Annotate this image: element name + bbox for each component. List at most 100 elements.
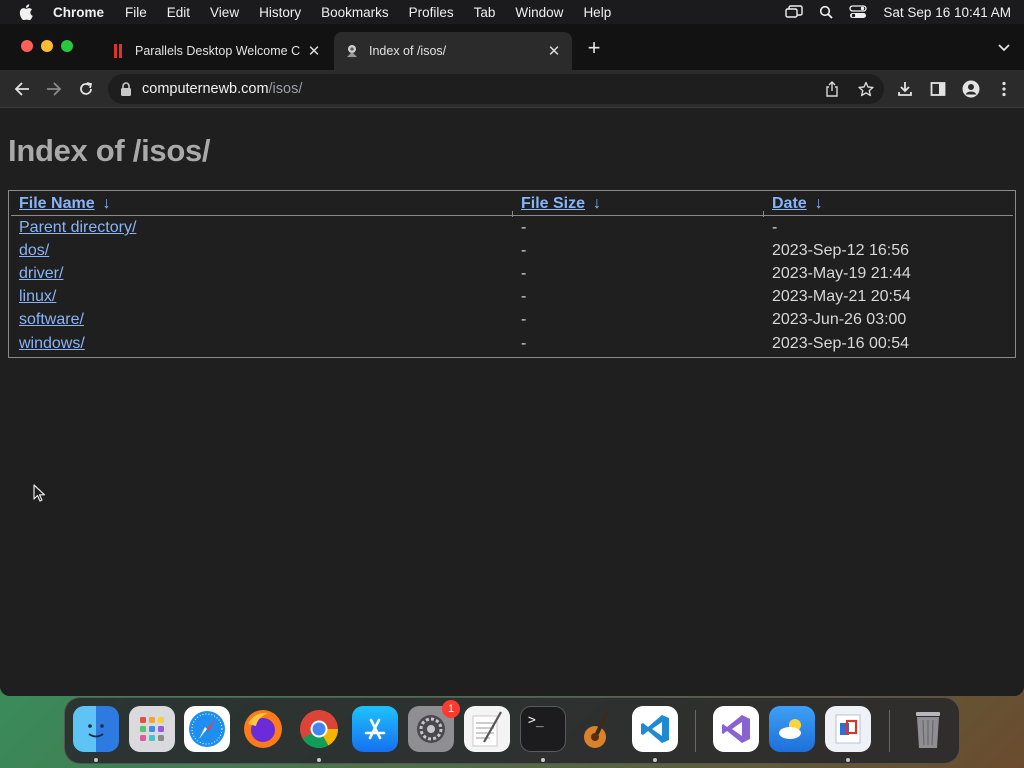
firefox-icon[interactable] bbox=[240, 706, 286, 752]
apple-logo-icon[interactable] bbox=[19, 4, 33, 20]
terminal-icon[interactable]: >_ bbox=[520, 706, 566, 752]
garageband-icon[interactable] bbox=[576, 706, 622, 752]
date-cell: 2023-Sep-12 16:56 bbox=[772, 242, 909, 259]
parallels-favicon-icon bbox=[110, 43, 126, 59]
file-listing-table: File Name ↓ File Size ↓ Date ↓ Parent direc… bbox=[8, 190, 1016, 358]
date-cell: 2023-May-19 21:44 bbox=[772, 265, 911, 282]
close-tab-icon[interactable]: ✕ bbox=[306, 43, 322, 60]
chrome-window: Parallels Desktop Welcome Ce ✕ Index of … bbox=[0, 24, 1024, 696]
browser-toolbar: computernewb.com/isos/ bbox=[0, 70, 1024, 108]
bookmark-star-icon[interactable] bbox=[856, 79, 876, 99]
sort-arrow-icon: ↓ bbox=[102, 195, 111, 212]
spotlight-search-icon[interactable] bbox=[817, 5, 835, 19]
table-row: driver/ - 2023-May-19 21:44 bbox=[9, 265, 1017, 288]
page-heading: Index of /isos/ bbox=[8, 133, 211, 168]
folder-link-dos[interactable]: dos/ bbox=[19, 242, 49, 260]
weather-icon[interactable] bbox=[769, 706, 815, 752]
menu-bookmarks[interactable]: Bookmarks bbox=[321, 5, 389, 20]
trash-icon[interactable] bbox=[905, 706, 951, 752]
lock-icon[interactable] bbox=[120, 82, 132, 96]
sort-by-date[interactable]: Date ↓ bbox=[772, 195, 823, 213]
tab-parallels-welcome[interactable]: Parallels Desktop Welcome Ce ✕ bbox=[100, 32, 332, 70]
folder-link-windows[interactable]: windows/ bbox=[19, 335, 85, 353]
menu-profiles[interactable]: Profiles bbox=[409, 5, 454, 20]
launchpad-icon[interactable] bbox=[129, 706, 175, 752]
file-size-cell: - bbox=[521, 288, 527, 305]
table-row: linux/ - 2023-May-21 20:54 bbox=[9, 288, 1017, 311]
menu-tab[interactable]: Tab bbox=[474, 5, 496, 20]
menu-window[interactable]: Window bbox=[515, 5, 563, 20]
macos-menu-bar: Chrome File Edit View History Bookmarks … bbox=[0, 0, 1024, 24]
tab-strip: Parallels Desktop Welcome Ce ✕ Index of … bbox=[0, 24, 1024, 70]
menu-view[interactable]: View bbox=[210, 5, 239, 20]
menu-history[interactable]: History bbox=[259, 5, 301, 20]
address-bar[interactable]: computernewb.com/isos/ bbox=[108, 74, 884, 104]
column-divider bbox=[512, 211, 513, 217]
sort-arrow-icon: ↓ bbox=[593, 195, 602, 212]
reload-icon[interactable] bbox=[76, 79, 96, 99]
safari-icon[interactable] bbox=[184, 706, 230, 752]
chrome-icon[interactable] bbox=[296, 706, 342, 752]
date-cell: - bbox=[772, 219, 778, 236]
profile-avatar-icon[interactable] bbox=[961, 79, 981, 99]
sort-by-file-size[interactable]: File Size ↓ bbox=[521, 195, 601, 213]
screen-mirroring-icon[interactable] bbox=[785, 5, 804, 19]
textedit-icon[interactable] bbox=[464, 706, 510, 752]
date-cell: 2023-Jun-26 03:00 bbox=[772, 311, 907, 328]
column-header-label: File Size bbox=[521, 195, 586, 212]
system-settings-icon[interactable]: 1 bbox=[408, 700, 460, 752]
toolbar-right-actions bbox=[895, 79, 1014, 99]
tab-title: Index of /isos/ bbox=[369, 44, 447, 58]
column-header-label: Date bbox=[772, 195, 807, 212]
menu-file[interactable]: File bbox=[125, 5, 147, 20]
url-host: computernewb.com bbox=[142, 81, 269, 97]
menu-edit[interactable]: Edit bbox=[167, 5, 190, 20]
running-indicator bbox=[94, 758, 98, 762]
side-panel-icon[interactable] bbox=[928, 79, 948, 99]
forward-arrow-icon[interactable] bbox=[44, 79, 64, 99]
url-path: /isos/ bbox=[268, 81, 303, 97]
folder-link-linux[interactable]: linux/ bbox=[19, 288, 56, 306]
table-row: windows/ - 2023-Sep-16 00:54 bbox=[9, 335, 1017, 358]
new-tab-button[interactable]: + bbox=[584, 37, 604, 59]
table-row: Parent directory/ - - bbox=[9, 219, 1017, 242]
parallels-icon[interactable] bbox=[825, 706, 871, 752]
visual-studio-icon[interactable] bbox=[713, 706, 759, 752]
macos-dock: 1 >_ bbox=[64, 697, 960, 764]
folder-link-software[interactable]: software/ bbox=[19, 311, 84, 329]
parent-directory-link[interactable]: Parent directory/ bbox=[19, 219, 136, 237]
finder-icon[interactable] bbox=[73, 706, 119, 752]
site-favicon-icon bbox=[344, 43, 360, 59]
close-window-button[interactable] bbox=[21, 40, 33, 52]
menu-bar-status-area: Sat Sep 16 10:41 AM bbox=[771, 0, 1011, 24]
file-size-cell: - bbox=[521, 335, 527, 352]
download-icon[interactable] bbox=[895, 79, 915, 99]
back-arrow-icon[interactable] bbox=[12, 79, 32, 99]
zoom-window-button[interactable] bbox=[61, 40, 73, 52]
running-indicator bbox=[846, 758, 850, 762]
table-row: software/ - 2023-Jun-26 03:00 bbox=[9, 311, 1017, 334]
date-cell: 2023-Sep-16 00:54 bbox=[772, 335, 909, 352]
sort-arrow-icon: ↓ bbox=[814, 195, 823, 212]
tab-index-of-isos[interactable]: Index of /isos/ ✕ bbox=[334, 32, 572, 70]
sort-by-file-name[interactable]: File Name ↓ bbox=[19, 195, 111, 213]
vscode-icon[interactable] bbox=[632, 706, 678, 752]
menu-app-name[interactable]: Chrome bbox=[53, 5, 104, 20]
close-tab-icon[interactable]: ✕ bbox=[546, 43, 562, 60]
more-menu-icon[interactable] bbox=[994, 79, 1014, 99]
window-controls bbox=[21, 40, 73, 52]
tab-title: Parallels Desktop Welcome Ce bbox=[135, 44, 300, 58]
share-icon[interactable] bbox=[822, 79, 842, 99]
column-header-label: File Name bbox=[19, 195, 95, 212]
running-indicator bbox=[653, 758, 657, 762]
tab-search-chevron-icon[interactable] bbox=[998, 42, 1010, 54]
app-store-icon[interactable] bbox=[352, 706, 398, 752]
menu-help[interactable]: Help bbox=[583, 5, 611, 20]
file-size-cell: - bbox=[521, 242, 527, 259]
running-indicator bbox=[317, 758, 321, 762]
minimize-window-button[interactable] bbox=[41, 40, 53, 52]
menu-bar-clock[interactable]: Sat Sep 16 10:41 AM bbox=[883, 5, 1011, 20]
control-center-icon[interactable] bbox=[849, 5, 868, 19]
file-size-cell: - bbox=[521, 265, 527, 282]
folder-link-driver[interactable]: driver/ bbox=[19, 265, 63, 283]
